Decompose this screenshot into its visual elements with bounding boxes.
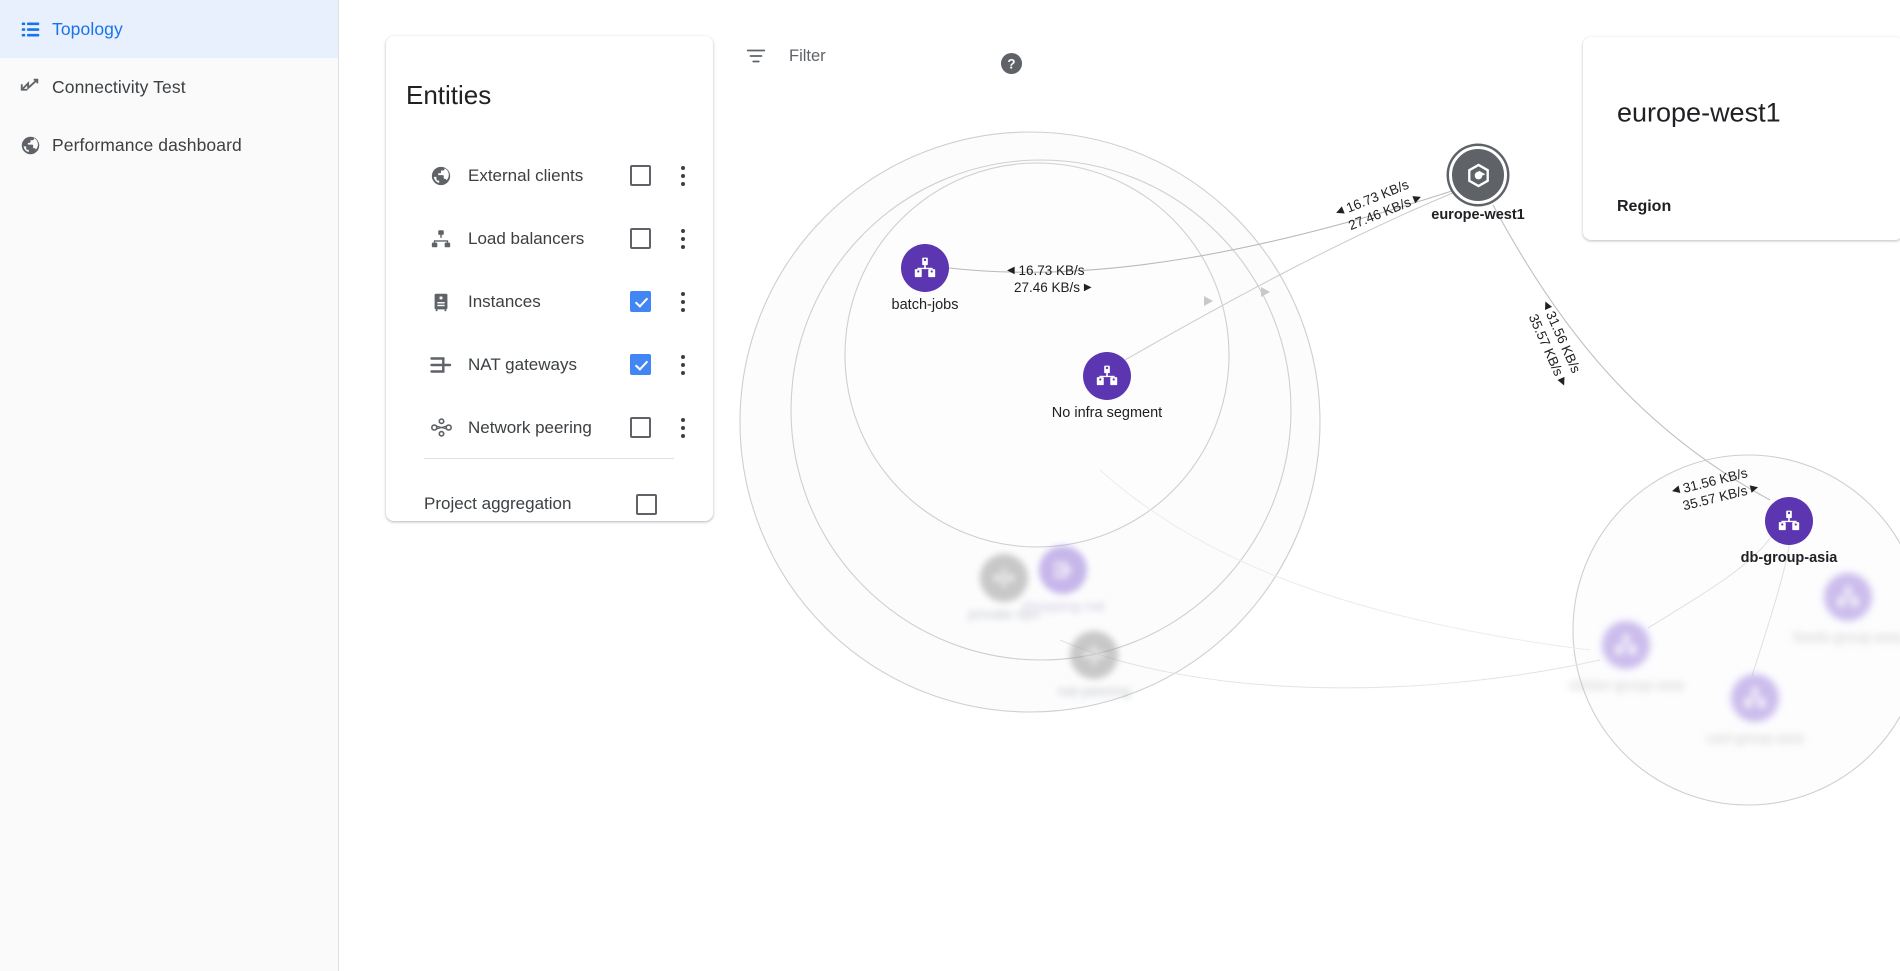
node-label-sticker-group-asia: sticker-group-asia [1568,678,1684,694]
node-cart-group-asia[interactable] [1731,674,1779,722]
entity-checkbox-load-balancers[interactable] [630,228,651,249]
kebab-menu-icon[interactable] [673,289,693,315]
node-label-europe-west1: europe-west1 [1431,207,1525,223]
region-info-card: europe-west1 Region [1583,37,1900,240]
ring-inner [844,162,1230,548]
node-nat-peering[interactable] [1070,631,1118,679]
entity-label: Network peering [468,417,592,437]
inbound-arrow-icon: ◀ [1007,264,1015,276]
inbound-rate: 16.73 KB/s [1018,263,1085,278]
node-db-group-asia[interactable] [1765,497,1813,545]
entity-label: NAT gateways [468,354,577,374]
node-shopping-nat[interactable] [1039,546,1087,594]
entity-checkbox-external-clients[interactable] [630,165,651,186]
entity-row-nat-gateways[interactable]: NAT gateways [386,333,713,396]
node-label-batch-jobs: batch-jobs [891,297,959,313]
svg-text:?: ? [1007,56,1015,71]
help-icon[interactable]: ? [1000,52,1023,75]
filter-placeholder[interactable]: Filter [789,47,826,66]
entity-checkbox-instances[interactable] [630,291,651,312]
nat-gateway-icon [424,350,458,380]
entities-panel-title: Entities [406,80,492,110]
entities-divider [424,458,674,459]
entity-checkbox-network-peering[interactable] [630,417,651,438]
entity-row-load-balancers[interactable]: Load balancers [386,207,713,270]
node-no-infra-segment[interactable] [1083,352,1131,400]
filter-icon[interactable] [745,45,767,67]
kebab-menu-icon[interactable] [673,163,693,189]
entities-panel: Entities External clients Load balancers… [386,36,713,521]
node-europe-west1[interactable] [1449,146,1507,204]
entity-checkbox-nat-gateways[interactable] [630,354,651,375]
outbound-rate: 27.46 KB/s [1014,280,1081,296]
region-card-subtitle: Region [1617,198,1672,215]
kebab-menu-icon[interactable] [673,415,693,441]
entity-row-external-clients[interactable]: External clients [386,144,713,207]
project-aggregation-label: Project aggregation [424,494,572,513]
entities-list: External clients Load balancers Instance… [386,144,713,459]
node-feeds-group-asia[interactable] [1824,573,1872,621]
load-balancer-icon [424,224,458,254]
region-card-title: europe-west1 [1617,97,1781,128]
node-label-no-infra-segment: No infra segment [1051,405,1163,421]
node-private-vpn[interactable] [980,554,1028,602]
entity-row-network-peering[interactable]: Network peering [386,396,713,459]
node-label-nat-peering: nat-peering [1057,684,1131,700]
topology-page: Topology Connectivity Test Performance d… [0,0,1900,971]
node-label-feeds-group-asia: feeds-group-asia [1793,630,1900,646]
kebab-menu-icon[interactable] [673,352,693,378]
entity-label: Load balancers [468,228,585,248]
instance-icon [424,287,458,317]
entity-label: External clients [468,165,584,185]
outbound-arrow-icon: ▶ [1749,481,1760,495]
node-label-cart-group-asia: cart-group-asia [1706,731,1804,747]
gcp-hexagon-icon [1467,163,1489,187]
entity-row-instances[interactable]: Instances [386,270,713,333]
timeline[interactable]: Oct 30, 3:00 AM - 4:00 AM Oct - 21 Oct -… [0,876,1900,971]
network-peering-icon [424,413,458,443]
node-label-shopping-nat: shopping-nat [1021,599,1105,615]
entity-label: Instances [468,291,541,311]
edge-label-batch-jobs: ◀ 16.73 KB/s 27.46 KB/s ▶ [1007,262,1092,297]
project-aggregation-row[interactable]: Project aggregation [386,478,713,530]
filter-bar[interactable]: Filter [745,45,826,67]
inbound-arrow-icon: ◀ [1670,483,1681,497]
node-label-db-group-asia: db-group-asia [1740,550,1838,566]
node-batch-jobs[interactable] [901,244,949,292]
outbound-arrow-icon: ▶ [1083,281,1092,293]
kebab-menu-icon[interactable] [673,226,693,252]
node-sticker-group-asia[interactable] [1602,621,1650,669]
project-aggregation-checkbox[interactable] [636,493,657,515]
globe-icon [424,161,458,191]
